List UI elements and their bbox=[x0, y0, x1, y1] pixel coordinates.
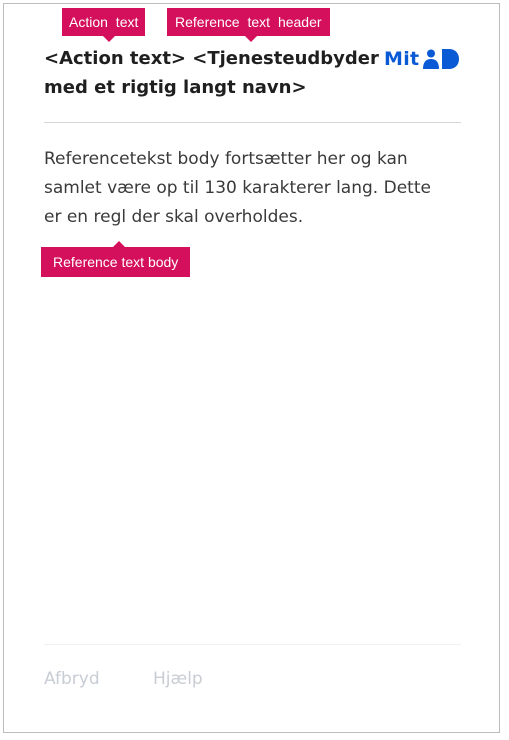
title-line: <Action text> <Tjenesteudbyder bbox=[44, 48, 379, 69]
annotation-action-text: Action text bbox=[62, 8, 146, 42]
body-line: Referencetekst body fortsætter her og ka… bbox=[44, 149, 408, 169]
footer-divider bbox=[44, 644, 461, 645]
body-line: samlet være op til 130 karakterer lang. … bbox=[44, 178, 431, 198]
annotation-reference-body: Reference text body bbox=[41, 241, 191, 277]
header-divider bbox=[44, 122, 461, 123]
mitid-logo: Mit bbox=[384, 46, 460, 72]
mitid-person-icon bbox=[423, 49, 460, 69]
cancel-button[interactable]: Afbryd bbox=[44, 667, 100, 691]
title-line: med et rigtig langt navn> bbox=[44, 77, 307, 98]
dialog-frame bbox=[3, 3, 500, 733]
body-line: er en regl der skal overholdes. bbox=[44, 207, 304, 227]
reference-body-text: Referencetekst body fortsætter her og ka… bbox=[44, 145, 464, 232]
help-button[interactable]: Hjælp bbox=[153, 667, 203, 691]
logo-text: Mit bbox=[384, 48, 420, 70]
page-title: <Action text> <Tjenesteudbyder med et ri… bbox=[44, 44, 379, 102]
annotation-reference-header: Reference text header bbox=[167, 8, 330, 42]
